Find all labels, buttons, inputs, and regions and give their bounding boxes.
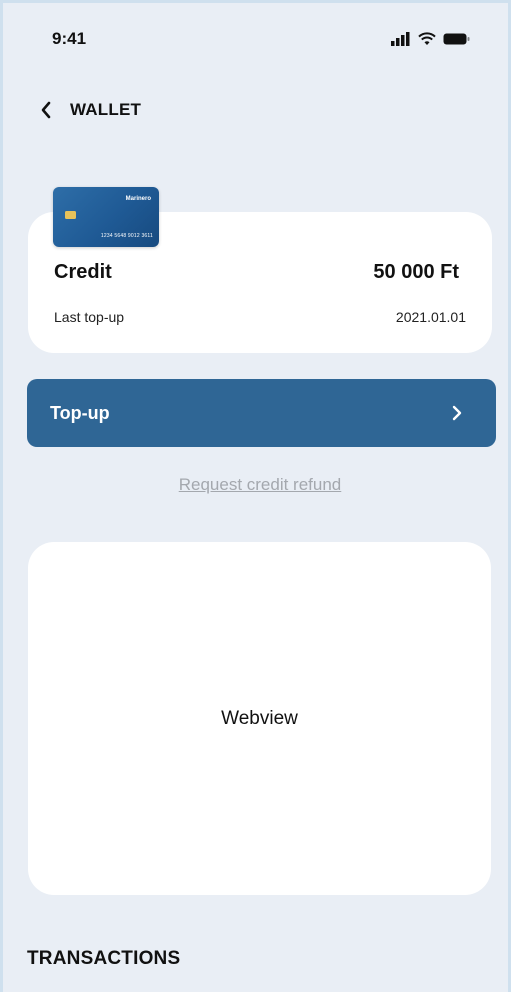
webview-container[interactable]: Webview (28, 542, 491, 895)
credit-card-image: Marinero 1234 5648 9012 3611 (53, 187, 159, 247)
card-chip-icon (65, 211, 76, 219)
wifi-icon (418, 32, 436, 45)
credit-label: Credit (54, 261, 112, 283)
topup-button[interactable]: Top-up (27, 379, 496, 447)
webview-label: Webview (221, 707, 298, 729)
chevron-right-icon (452, 403, 466, 423)
card-number: 1234 5648 9012 3611 (100, 233, 153, 239)
credit-value: 50 000 Ft (373, 261, 459, 283)
request-refund-link[interactable]: Request credit refund (0, 475, 511, 495)
topup-button-label: Top-up (50, 402, 110, 423)
status-time: 9:41 (52, 29, 87, 48)
status-icons (391, 32, 471, 46)
last-topup-date: 2021.01.01 (395, 309, 466, 325)
status-bar: 9:41 (52, 26, 471, 52)
card-brand: Marinero (125, 196, 151, 202)
header: WALLET (36, 98, 141, 122)
signal-icon (391, 32, 410, 46)
page-title: WALLET (70, 100, 142, 119)
last-topup-label: Last top-up (54, 309, 125, 325)
transactions-heading: TRANSACTIONS (27, 948, 181, 969)
battery-icon (443, 33, 470, 45)
back-chevron-icon[interactable] (36, 98, 56, 122)
